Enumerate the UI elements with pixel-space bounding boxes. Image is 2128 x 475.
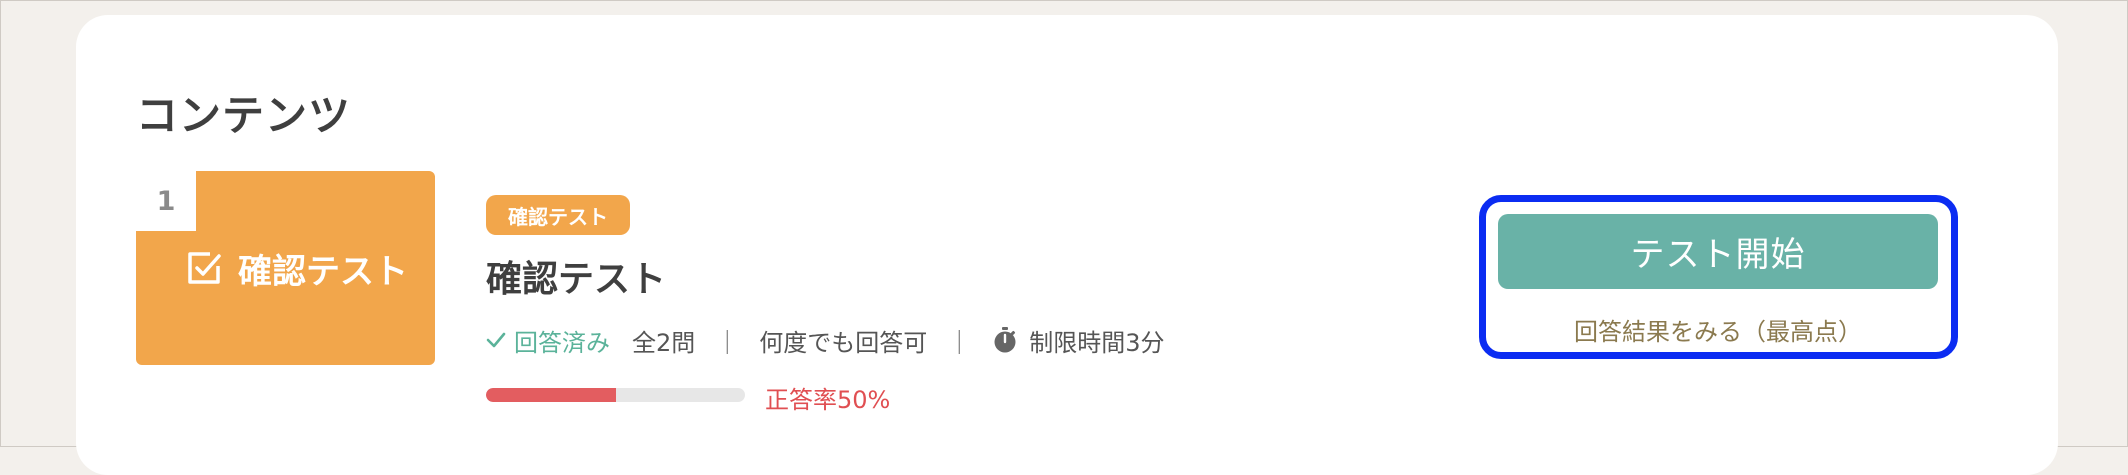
meta-separator: ｜ — [715, 328, 740, 357]
question-count: 全2問 — [632, 328, 696, 357]
start-test-button[interactable]: テスト開始 — [1498, 214, 1938, 289]
checkbox-edit-icon — [188, 252, 221, 284]
check-icon — [486, 332, 506, 348]
thumbnail-text: 確認テスト — [238, 251, 408, 292]
content-thumbnail[interactable]: 1 確認テスト — [136, 171, 435, 365]
score-progress-fill — [486, 388, 616, 402]
answered-status: 回答済み — [486, 323, 610, 358]
view-results-link[interactable]: 回答結果をみる（最高点） — [1498, 312, 1938, 346]
score-rate: 正答率50% — [765, 386, 891, 414]
section-title: コンテンツ — [136, 91, 352, 140]
meta-separator: ｜ — [947, 328, 972, 357]
score-progress-bar — [486, 388, 745, 402]
content-meta: 回答済み 全2問 ｜ 何度でも回答可 ｜ 制限時間3分 — [486, 320, 1165, 360]
time-limit: 制限時間3分 — [991, 323, 1165, 358]
time-limit-text: 制限時間3分 — [1029, 328, 1165, 357]
stopwatch-icon — [994, 327, 1016, 353]
thumbnail-label: 確認テスト — [184, 243, 408, 293]
content-type-badge: 確認テスト — [486, 195, 630, 235]
retry-policy: 何度でも回答可 — [759, 328, 928, 357]
answered-status-text: 回答済み — [514, 328, 610, 357]
content-title: 確認テスト — [486, 259, 667, 300]
content-number: 1 — [136, 171, 196, 231]
